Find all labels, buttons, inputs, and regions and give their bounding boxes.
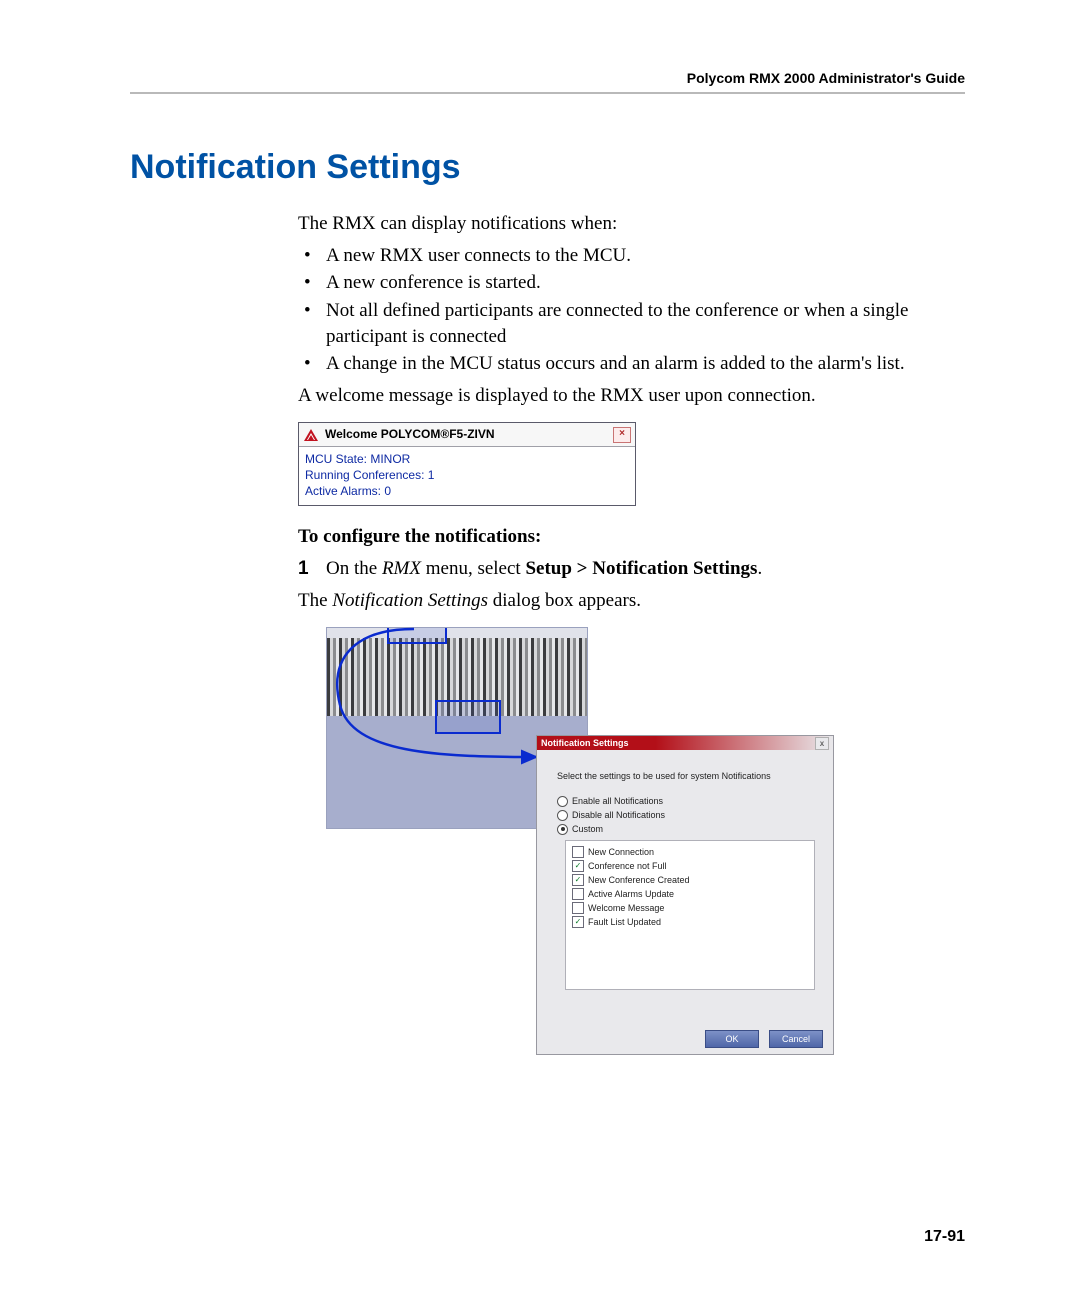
bullet-item: A new RMX user connects to the MCU. [298,243,958,269]
header-guide-title: Polycom RMX 2000 Administrator's Guide [130,70,965,86]
welcome-line: Active Alarms: 0 [305,483,629,499]
welcome-titlebar: Welcome POLYCOM®F5-ZIVN × [299,423,635,446]
radio-enable-all[interactable]: Enable all Notifications [557,794,813,808]
bullet-list: A new RMX user connects to the MCU. A ne… [298,243,958,377]
notification-settings-figure: Notification Settings x Select the setti… [326,627,826,1057]
welcome-notification-panel: Welcome POLYCOM®F5-ZIVN × MCU State: MIN… [298,422,636,506]
checkbox-new-connection[interactable]: New Connection [572,845,808,859]
document-page: Polycom RMX 2000 Administrator's Guide N… [0,0,1080,1306]
checkbox-label: New Connection [588,845,654,859]
app-menubar [327,628,587,638]
checkbox-label: Welcome Message [588,901,664,915]
radio-disable-all[interactable]: Disable all Notifications [557,808,813,822]
step-result: The Notification Settings dialog box app… [298,588,958,614]
close-icon[interactable]: × [613,427,631,443]
dialog-content: Select the settings to be used for syste… [537,750,833,996]
dialog-name-italic: Notification Settings [332,590,488,611]
bullet-item: Not all defined participants are connect… [298,298,958,349]
dialog-close-icon[interactable]: x [815,737,829,750]
checkbox-active-alarms-update[interactable]: Active Alarms Update [572,887,808,901]
dialog-button-bar: OK Cancel [705,1030,823,1048]
t: On the [326,558,382,579]
radio-icon [557,810,568,821]
t: The [298,590,332,611]
body-column: The RMX can display notifications when: … [298,211,958,1057]
welcome-body: MCU State: MINOR Running Conferences: 1 … [299,447,635,506]
checkbox-icon [572,888,584,900]
radio-icon [557,824,568,835]
t: . [757,558,762,579]
checkbox-new-conference-created[interactable]: ✓ New Conference Created [572,873,808,887]
polycom-logo-icon [303,428,319,442]
step-item: 1 On the RMX menu, select Setup > Notifi… [298,556,958,582]
ok-button[interactable]: OK [705,1030,759,1048]
checkbox-icon: ✓ [572,874,584,886]
welcome-title-text: Welcome POLYCOM®F5-ZIVN [325,426,495,442]
checkbox-icon [572,902,584,914]
dialog-instruction: Select the settings to be used for syste… [557,770,813,782]
cancel-button[interactable]: Cancel [769,1030,823,1048]
custom-options-panel: New Connection ✓ Conference not Full ✓ N… [565,840,815,990]
checkbox-label: New Conference Created [588,873,690,887]
t: dialog box appears. [488,590,641,611]
step-text: On the RMX menu, select Setup > Notifica… [326,558,762,579]
checkbox-label: Fault List Updated [588,915,661,929]
notification-settings-dialog: Notification Settings x Select the setti… [536,735,834,1055]
checkbox-icon [572,846,584,858]
dialog-title-text: Notification Settings [541,736,629,750]
checkbox-conference-not-full[interactable]: ✓ Conference not Full [572,859,808,873]
step-number: 1 [298,556,309,582]
step-list: 1 On the RMX menu, select Setup > Notifi… [298,556,958,582]
header-rule [130,92,965,94]
toolbar-highlight-box [435,700,501,734]
checkbox-label: Conference not Full [588,859,667,873]
menu-highlight-box [387,627,447,644]
checkbox-icon: ✓ [572,860,584,872]
page-title: Notification Settings [130,148,965,187]
rmx-italic: RMX [382,558,421,579]
intro-text: The RMX can display notifications when: [298,211,958,237]
radio-label: Custom [572,822,603,836]
checkbox-welcome-message[interactable]: Welcome Message [572,901,808,915]
checkbox-label: Active Alarms Update [588,887,674,901]
checkbox-icon: ✓ [572,916,584,928]
dialog-titlebar: Notification Settings x [537,736,833,750]
welcome-line: Running Conferences: 1 [305,467,629,483]
menu-path-bold: Setup > Notification Settings [525,558,757,579]
radio-label: Disable all Notifications [572,808,665,822]
bullet-item: A new conference is started. [298,270,958,296]
welcome-intro-text: A welcome message is displayed to the RM… [298,383,958,409]
bullet-item: A change in the MCU status occurs and an… [298,351,958,377]
configure-heading: To configure the notifications: [298,524,958,550]
welcome-line: MCU State: MINOR [305,451,629,467]
radio-label: Enable all Notifications [572,794,663,808]
page-number: 17-91 [924,1228,965,1246]
t: menu, select [421,558,525,579]
radio-custom[interactable]: Custom [557,822,813,836]
checkbox-fault-list-updated[interactable]: ✓ Fault List Updated [572,915,808,929]
radio-icon [557,796,568,807]
